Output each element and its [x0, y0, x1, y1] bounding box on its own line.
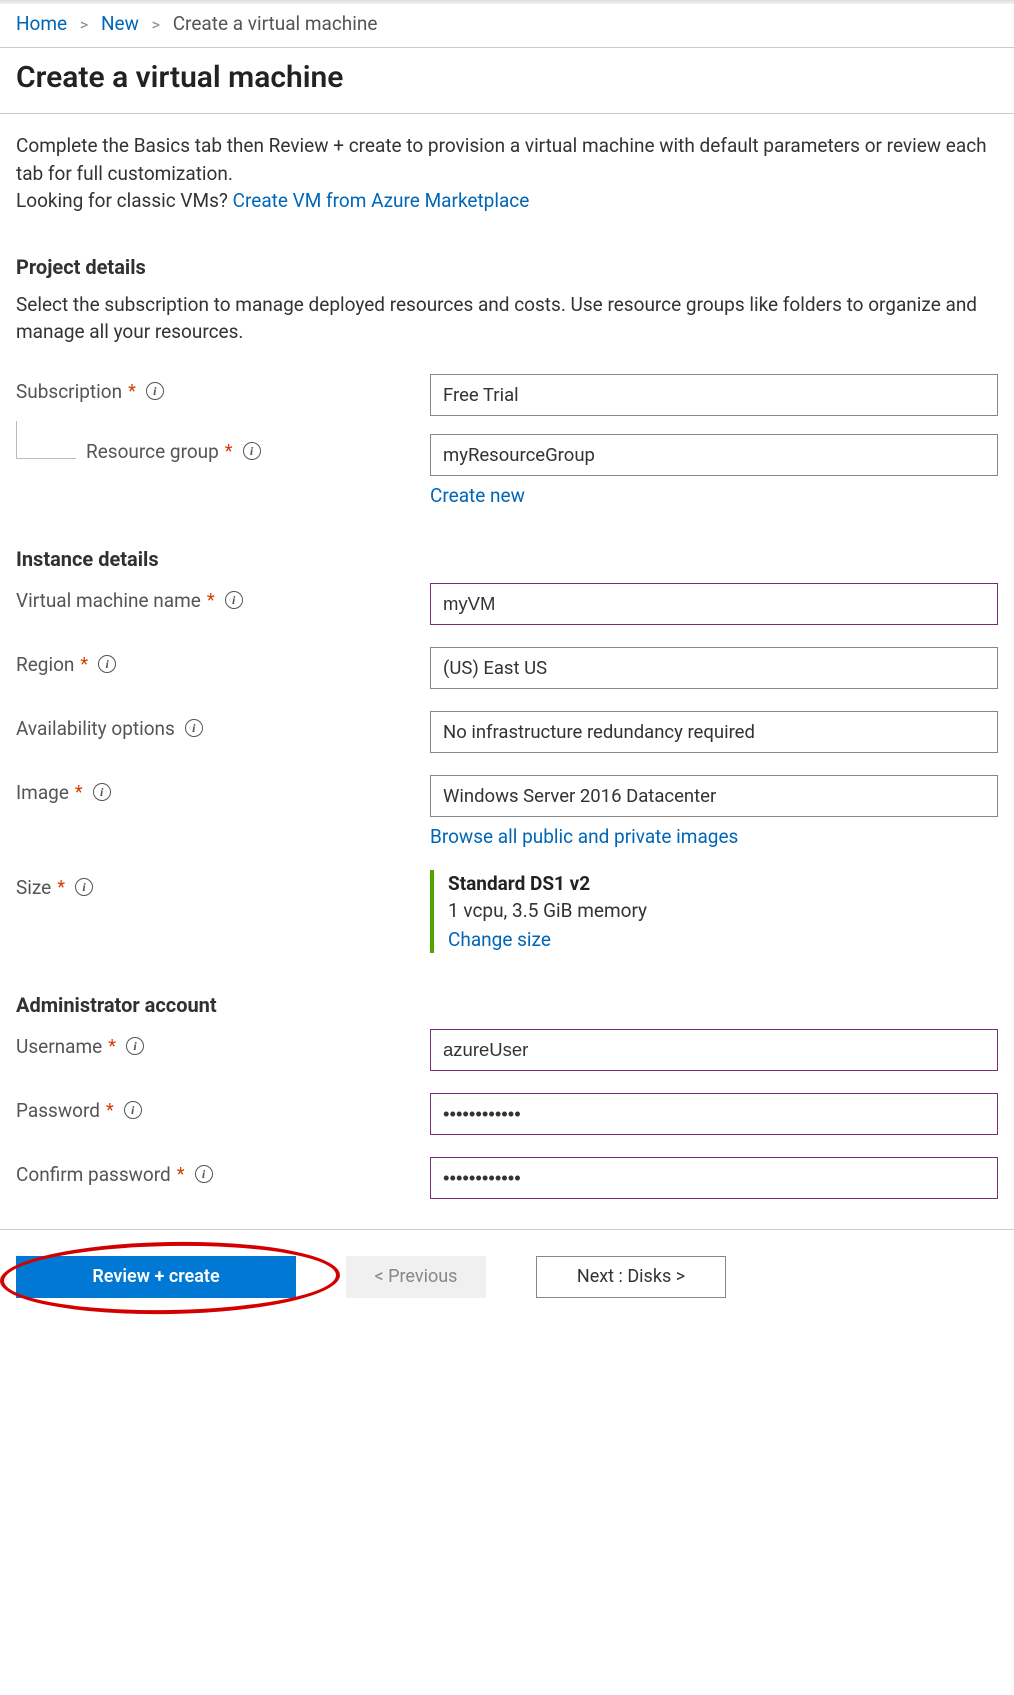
vm-name-control	[430, 583, 998, 625]
username-control	[430, 1029, 998, 1071]
info-icon[interactable]: i	[146, 382, 164, 400]
required-asterisk: *	[108, 1036, 116, 1057]
availability-label-text: Availability options	[16, 717, 175, 740]
info-icon[interactable]: i	[124, 1101, 142, 1119]
confirm-password-input[interactable]	[430, 1157, 998, 1199]
breadcrumb-new[interactable]: New	[101, 12, 139, 35]
next-disks-button[interactable]: Next : Disks >	[536, 1256, 726, 1298]
availability-row: Availability options i No infrastructure…	[16, 711, 998, 753]
resource-group-control: myResourceGroup Create new	[430, 434, 998, 507]
tree-connector-icon	[16, 421, 76, 459]
breadcrumb-current: Create a virtual machine	[173, 12, 378, 35]
username-label: Username * i	[16, 1029, 430, 1058]
resource-group-label: Resource group * i	[16, 434, 430, 463]
image-control: Windows Server 2016 Datacenter Browse al…	[430, 775, 998, 848]
vm-name-label-text: Virtual machine name	[16, 589, 201, 612]
info-icon[interactable]: i	[98, 655, 116, 673]
image-dropdown[interactable]: Windows Server 2016 Datacenter	[430, 775, 998, 817]
region-dropdown[interactable]: (US) East US	[430, 647, 998, 689]
info-icon[interactable]: i	[195, 1165, 213, 1183]
subscription-dropdown[interactable]: Free Trial	[430, 374, 998, 416]
image-row: Image * i Windows Server 2016 Datacenter…	[16, 775, 998, 848]
chevron-right-icon: >	[80, 15, 88, 34]
required-asterisk: *	[177, 1164, 185, 1185]
size-row: Size * i Standard DS1 v2 1 vcpu, 3.5 GiB…	[16, 870, 998, 953]
previous-button[interactable]: < Previous	[346, 1256, 486, 1298]
size-name: Standard DS1 v2	[448, 872, 998, 895]
username-input[interactable]	[430, 1029, 998, 1071]
availability-control: No infrastructure redundancy required	[430, 711, 998, 753]
region-row: Region * i (US) East US	[16, 647, 998, 689]
availability-label: Availability options i	[16, 711, 430, 740]
create-vm-marketplace-link[interactable]: Create VM from Azure Marketplace	[233, 189, 530, 212]
username-label-text: Username	[16, 1035, 102, 1058]
region-label-text: Region	[16, 653, 74, 676]
intro-text: Complete the Basics tab then Review + cr…	[16, 132, 998, 187]
info-icon[interactable]: i	[185, 719, 203, 737]
password-label-text: Password	[16, 1099, 100, 1122]
username-row: Username * i	[16, 1029, 998, 1071]
footer: Review + create < Previous Next : Disks …	[0, 1229, 1014, 1332]
classic-vm-label: Looking for classic VMs?	[16, 189, 233, 212]
vm-name-input[interactable]	[430, 583, 998, 625]
breadcrumb-home[interactable]: Home	[16, 12, 67, 35]
password-label: Password * i	[16, 1093, 430, 1122]
size-control: Standard DS1 v2 1 vcpu, 3.5 GiB memory C…	[430, 870, 998, 953]
required-asterisk: *	[57, 877, 65, 898]
required-asterisk: *	[80, 654, 88, 675]
resource-group-dropdown[interactable]: myResourceGroup	[430, 434, 998, 476]
availability-dropdown[interactable]: No infrastructure redundancy required	[430, 711, 998, 753]
info-icon[interactable]: i	[75, 878, 93, 896]
admin-account-heading: Administrator account	[16, 993, 998, 1017]
subscription-control: Free Trial	[430, 374, 998, 416]
confirm-password-label-text: Confirm password	[16, 1163, 171, 1186]
review-create-button[interactable]: Review + create	[16, 1256, 296, 1298]
instance-details-heading: Instance details	[16, 547, 998, 571]
info-icon[interactable]: i	[243, 442, 261, 460]
confirm-password-label: Confirm password * i	[16, 1157, 430, 1186]
required-asterisk: *	[128, 381, 136, 402]
chevron-right-icon: >	[152, 15, 160, 34]
resource-group-label-text: Resource group	[86, 440, 219, 463]
vm-name-row: Virtual machine name * i	[16, 583, 998, 625]
image-label: Image * i	[16, 775, 430, 804]
size-summary: Standard DS1 v2 1 vcpu, 3.5 GiB memory C…	[430, 870, 998, 953]
subscription-label: Subscription * i	[16, 374, 430, 403]
password-control	[430, 1093, 998, 1135]
subscription-label-text: Subscription	[16, 380, 122, 403]
required-asterisk: *	[75, 782, 83, 803]
info-icon[interactable]: i	[225, 591, 243, 609]
confirm-password-row: Confirm password * i	[16, 1157, 998, 1199]
info-icon[interactable]: i	[93, 783, 111, 801]
create-new-rg-link[interactable]: Create new	[430, 484, 525, 507]
required-asterisk: *	[225, 441, 233, 462]
classic-vm-prompt: Looking for classic VMs? Create VM from …	[16, 187, 998, 215]
region-control: (US) East US	[430, 647, 998, 689]
confirm-password-control	[430, 1157, 998, 1199]
resource-group-row: Resource group * i myResourceGroup Creat…	[16, 434, 998, 507]
image-label-text: Image	[16, 781, 69, 804]
content: Complete the Basics tab then Review + cr…	[0, 114, 1014, 1199]
password-row: Password * i	[16, 1093, 998, 1135]
required-asterisk: *	[207, 590, 215, 611]
project-details-heading: Project details	[16, 255, 998, 279]
info-icon[interactable]: i	[126, 1037, 144, 1055]
page-title-wrap: Create a virtual machine	[0, 48, 1014, 114]
size-label-text: Size	[16, 876, 51, 899]
size-detail: 1 vcpu, 3.5 GiB memory	[448, 899, 998, 922]
change-size-link[interactable]: Change size	[448, 928, 551, 951]
region-label: Region * i	[16, 647, 430, 676]
browse-images-link[interactable]: Browse all public and private images	[430, 825, 738, 848]
size-label: Size * i	[16, 870, 430, 899]
page-title: Create a virtual machine	[16, 60, 998, 95]
subscription-row: Subscription * i Free Trial	[16, 374, 998, 416]
project-details-desc: Select the subscription to manage deploy…	[16, 291, 998, 346]
vm-name-label: Virtual machine name * i	[16, 583, 430, 612]
required-asterisk: *	[106, 1100, 114, 1121]
breadcrumb: Home > New > Create a virtual machine	[0, 4, 1014, 48]
password-input[interactable]	[430, 1093, 998, 1135]
